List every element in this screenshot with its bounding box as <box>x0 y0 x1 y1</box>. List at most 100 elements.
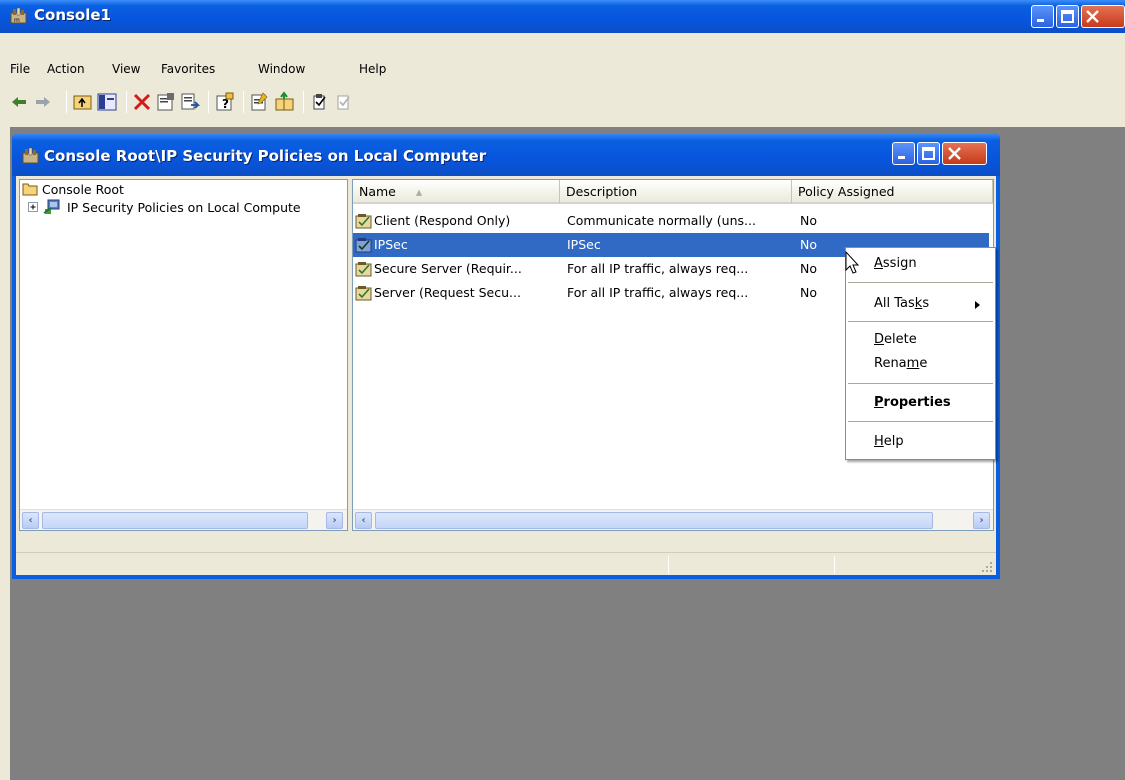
delete-icon <box>133 93 151 111</box>
menu-help[interactable]: Help <box>359 62 386 76</box>
child-maximize-button[interactable] <box>917 142 940 165</box>
scroll-left-button[interactable]: ‹ <box>355 512 372 529</box>
toolbar-separator <box>126 91 127 113</box>
menu-action[interactable]: Action <box>47 62 85 76</box>
window-title: Console1 <box>34 6 111 24</box>
help-icon: ? <box>216 92 234 111</box>
submenu-arrow-icon <box>975 301 980 309</box>
toolbar-separator <box>66 91 67 113</box>
export-list-icon <box>181 93 201 110</box>
properties-icon <box>157 93 174 111</box>
tree-item-console-root[interactable]: Console Root <box>22 181 124 199</box>
minimize-icon <box>1037 19 1044 22</box>
manage-filter-lists-button[interactable] <box>273 91 295 113</box>
create-ip-security-policy-button[interactable] <box>249 91 271 113</box>
menu-item-assign[interactable]: Assign <box>874 254 917 274</box>
menu-item-delete[interactable]: Delete <box>874 330 917 350</box>
back-icon <box>12 97 26 107</box>
assign-icon <box>313 94 326 110</box>
unassign-icon <box>337 95 350 110</box>
scroll-left-button[interactable]: ‹ <box>22 512 39 529</box>
child-window-title: Console Root\IP Security Policies on Loc… <box>44 147 487 165</box>
tree-horizontal-scrollbar[interactable]: ‹ › <box>20 509 347 530</box>
create-policy-icon <box>251 92 268 111</box>
status-separator <box>668 556 669 574</box>
maximize-icon <box>922 147 935 160</box>
menu-favorites[interactable]: Favorites <box>161 62 215 76</box>
expand-plus-icon[interactable] <box>28 202 39 213</box>
unassign-policy-button[interactable] <box>333 91 355 113</box>
policy-icon <box>355 238 372 253</box>
console-tree: Console Root IP Security Policies on Loc… <box>19 179 348 531</box>
tree-label-console-root: Console Root <box>41 182 124 197</box>
menu-item-properties[interactable]: Properties <box>874 393 951 413</box>
up-folder-icon <box>73 95 92 110</box>
policy-name: IPSec <box>374 237 408 252</box>
menu-item-rename[interactable]: Rename <box>874 354 927 374</box>
toolbar-separator <box>243 91 244 113</box>
scroll-right-button[interactable]: › <box>973 512 990 529</box>
back-button[interactable] <box>8 91 30 113</box>
delete-button[interactable] <box>131 91 153 113</box>
menu-item-help[interactable]: Help <box>874 432 904 452</box>
manage-filters-icon <box>275 91 294 111</box>
column-header-name[interactable]: Name ▴ <box>353 180 560 204</box>
list-horizontal-scrollbar[interactable]: ‹ › <box>353 509 993 530</box>
policy-icon <box>355 214 372 229</box>
resize-grip-icon[interactable] <box>980 560 994 574</box>
policy-name: Server (Request Secu... <box>374 285 521 300</box>
maximize-button[interactable] <box>1056 5 1079 28</box>
svg-text:m: m <box>14 17 20 24</box>
sort-ascending-icon: ▴ <box>415 184 423 199</box>
forward-button[interactable] <box>32 91 54 113</box>
policy-name: Client (Respond Only) <box>374 213 511 228</box>
close-icon <box>1086 10 1099 23</box>
policy-assigned: No <box>800 213 817 228</box>
ip-security-policy-icon <box>43 199 60 214</box>
policy-description: For all IP traffic, always req... <box>567 285 749 300</box>
menu-separator <box>848 383 993 384</box>
status-separator <box>834 556 835 574</box>
properties-button[interactable] <box>155 91 177 113</box>
window-frame-left <box>0 127 10 780</box>
show-hide-tree-icon <box>97 93 117 111</box>
scroll-right-button[interactable]: › <box>326 512 343 529</box>
policy-icon <box>355 286 372 301</box>
toolbar-separator <box>303 91 304 113</box>
folder-icon <box>22 183 38 196</box>
menu-window[interactable]: Window <box>258 62 305 76</box>
forward-icon <box>36 97 50 107</box>
tree-item-ip-security-policies[interactable]: IP Security Policies on Local Compute <box>28 199 301 217</box>
mouse-cursor-icon <box>845 251 860 274</box>
minimize-icon <box>898 156 905 159</box>
up-one-level-button[interactable] <box>72 91 94 113</box>
column-header-policy-assigned[interactable]: Policy Assigned <box>792 180 993 204</box>
scroll-thumb[interactable] <box>375 512 933 529</box>
policy-row[interactable]: Client (Respond Only) Communicate normal… <box>353 209 993 233</box>
menu-file[interactable]: File <box>10 62 30 76</box>
main-title-bar[interactable]: m Console1 <box>0 0 1125 33</box>
policy-description: IPSec <box>567 237 601 252</box>
mmc-console-icon <box>22 147 39 164</box>
show-hide-tree-button[interactable] <box>96 91 118 113</box>
assign-policy-button[interactable] <box>309 91 331 113</box>
menu-view[interactable]: View <box>112 62 140 76</box>
help-button[interactable]: ? <box>214 91 236 113</box>
child-close-button[interactable] <box>942 142 987 165</box>
mmc-console-icon: m <box>10 7 27 24</box>
close-button[interactable] <box>1081 5 1125 28</box>
menu-separator <box>848 321 993 322</box>
policy-icon <box>355 262 372 277</box>
menu-item-all-tasks[interactable]: All Tasks <box>874 294 929 314</box>
child-title-bar[interactable]: Console Root\IP Security Policies on Loc… <box>12 133 1000 176</box>
column-header-description[interactable]: Description <box>560 180 792 204</box>
minimize-button[interactable] <box>1031 5 1054 28</box>
toolbar-separator <box>208 91 209 113</box>
scroll-thumb[interactable] <box>42 512 308 529</box>
export-list-button[interactable] <box>179 91 201 113</box>
maximize-icon <box>1061 10 1074 23</box>
tree-label-ip-security-policies: IP Security Policies on Local Compute <box>66 200 301 215</box>
child-minimize-button[interactable] <box>892 142 915 165</box>
close-icon <box>948 147 961 160</box>
policy-name: Secure Server (Requir... <box>374 261 522 276</box>
